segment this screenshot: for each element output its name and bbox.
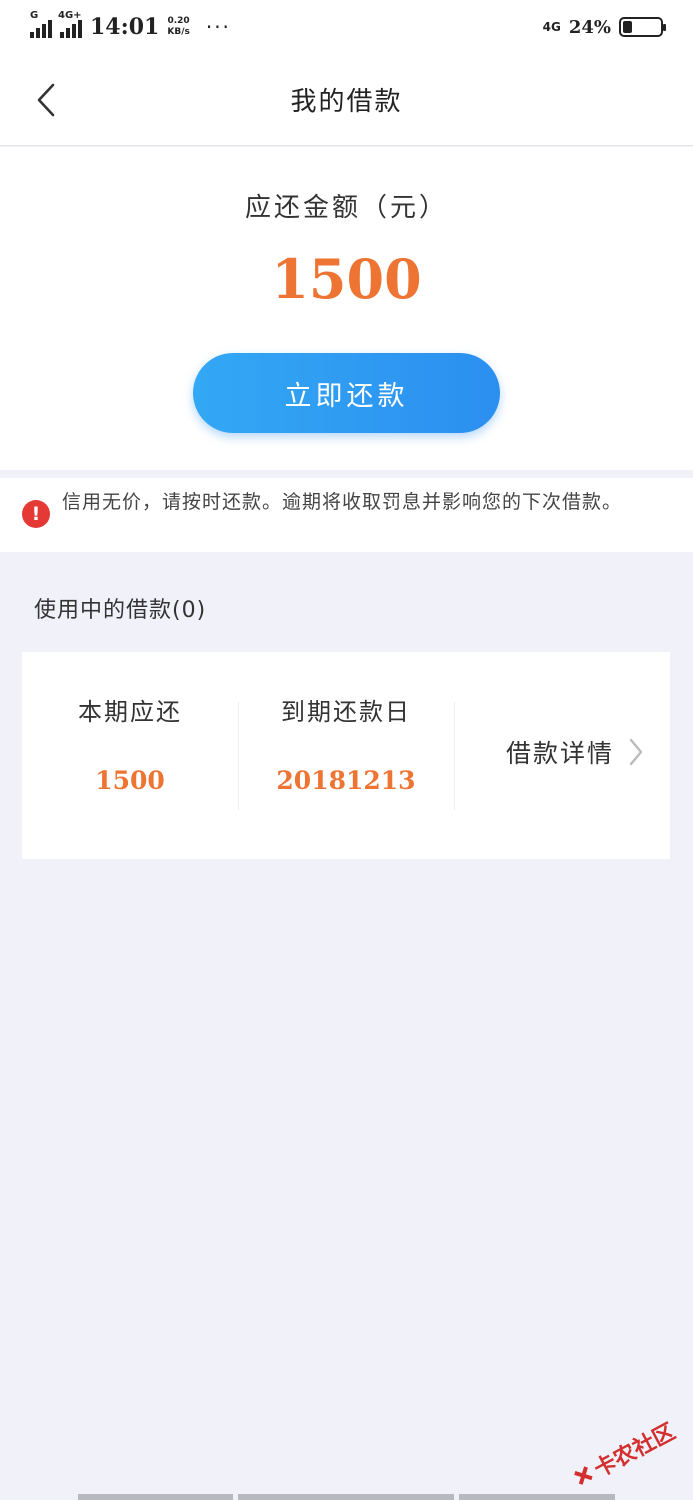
signal-strength-icon-2: 4G+ xyxy=(58,10,82,38)
notice-text: 信用无价，请按时还款。逾期将收取罚息并影响您的下次借款。 xyxy=(62,491,623,513)
active-loans-title: 使用中的借款(0) xyxy=(34,598,207,623)
watermark-text: 卡农社区 xyxy=(590,1419,680,1483)
current-due-column: 本期应还 1500 xyxy=(22,652,238,859)
network-speed-value: 0.20 xyxy=(167,16,190,26)
network-speed-unit: KB/s xyxy=(167,27,190,37)
watermark: 卡农社区 xyxy=(568,1414,680,1494)
signal-strength-icon: G xyxy=(30,10,52,38)
amount-due-label: 应还金额（元） xyxy=(244,193,448,223)
column-divider xyxy=(454,702,455,810)
amount-due-value: 1500 xyxy=(271,247,422,311)
chevron-left-icon xyxy=(37,83,55,117)
mobile-data-icon: 4G xyxy=(542,20,561,34)
battery-icon xyxy=(619,17,666,37)
more-notifications-icon: ··· xyxy=(205,15,231,39)
nav-bar: 我的借款 xyxy=(0,54,693,146)
clock: 14:01 xyxy=(90,14,160,40)
loan-card: 本期应还 1500 到期还款日 20181213 借款详情 xyxy=(22,652,670,859)
alert-icon: ! xyxy=(22,500,50,528)
overdue-notice: ! 信用无价，请按时还款。逾期将收取罚息并影响您的下次借款。 xyxy=(0,478,693,552)
page-title: 我的借款 xyxy=(290,87,403,117)
due-date-column: 到期还款日 20181213 xyxy=(238,652,454,859)
status-bar-left: G 4G+ 14:01 0.20 KB/s ··· xyxy=(30,10,231,40)
due-date-label: 到期还款日 xyxy=(281,698,411,726)
battery-level-fill xyxy=(623,21,632,33)
battery-percent: 24% xyxy=(568,16,611,38)
current-due-value: 1500 xyxy=(95,766,165,795)
status-bar-right: 4G 24% xyxy=(542,16,666,38)
bottom-nav-indicator xyxy=(78,1494,615,1500)
amount-card: 应还金额（元） 1500 立即还款 xyxy=(0,147,693,470)
due-date-value: 20181213 xyxy=(276,766,416,795)
chevron-right-icon xyxy=(629,738,643,766)
loan-details-label: 借款详情 xyxy=(505,739,614,768)
current-due-label: 本期应还 xyxy=(78,698,182,726)
repay-now-button[interactable]: 立即还款 xyxy=(193,353,500,433)
loan-details-link[interactable]: 借款详情 xyxy=(506,734,644,770)
network-type-label: G xyxy=(30,10,39,21)
network-type-label-2: 4G+ xyxy=(58,10,82,21)
status-bar: G 4G+ 14:01 0.20 KB/s ··· 4G 24% xyxy=(0,0,693,54)
back-button[interactable] xyxy=(26,80,66,120)
network-speed: 0.20 KB/s xyxy=(167,16,189,38)
watermark-logo-icon xyxy=(571,1463,595,1487)
